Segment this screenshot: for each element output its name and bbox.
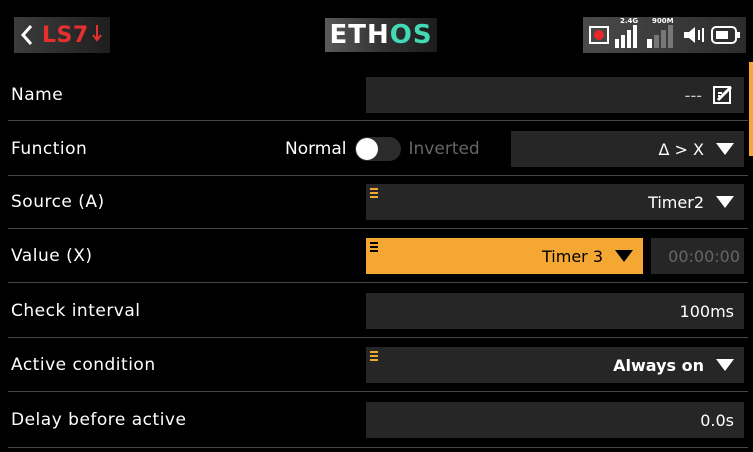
row-check-interval: Check interval 100ms <box>0 286 753 336</box>
scrollbar[interactable] <box>749 62 753 452</box>
menu-icon <box>370 242 378 252</box>
row-label: Source (A) <box>11 192 105 212</box>
row-source: Source (A) Timer2 <box>0 177 753 227</box>
name-field[interactable]: --- <box>366 77 744 113</box>
row-value: Value (X) Timer 3 00:00:00 <box>0 231 753 281</box>
battery-icon <box>709 25 741 49</box>
arrow-down-icon <box>91 23 102 47</box>
dropdown-arrow-icon <box>716 196 734 208</box>
edit-icon <box>712 84 734 106</box>
logo-text-green: OS <box>389 20 433 50</box>
delay-value: 0.0s <box>700 410 734 430</box>
menu-icon <box>370 351 378 361</box>
dropdown-arrow-icon <box>615 250 633 262</box>
logo-text-white: ETH <box>329 20 390 50</box>
function-value: Δ > X <box>658 139 704 159</box>
function-mode-toggle[interactable]: Normal Inverted <box>285 124 480 174</box>
header-bar: LS7 ETH OS 2.4G 900M <box>0 0 753 70</box>
dropdown-arrow-icon <box>716 143 734 155</box>
name-value: --- <box>684 85 702 105</box>
divider <box>8 337 748 338</box>
row-function: Function Normal Inverted Δ > X <box>0 124 753 174</box>
check-interval-field[interactable]: 100ms <box>366 293 744 329</box>
active-condition-dropdown[interactable]: Always on <box>366 347 744 383</box>
source-dropdown[interactable]: Timer2 <box>366 184 744 220</box>
signal-2g4-icon <box>613 20 639 54</box>
function-dropdown[interactable]: Δ > X <box>511 131 744 167</box>
source-value: Timer2 <box>648 192 704 212</box>
chevron-left-icon <box>14 17 40 53</box>
row-label: Name <box>11 85 64 105</box>
toggle-knob <box>355 138 378 160</box>
row-delay: Delay before active 0.0s <box>0 395 753 445</box>
time-field[interactable]: 00:00:00 <box>651 238 744 274</box>
divider <box>8 228 748 229</box>
scrollbar-thumb[interactable] <box>749 62 753 156</box>
ethos-logo: ETH OS <box>325 18 437 52</box>
active-condition-value: Always on <box>613 355 704 375</box>
menu-icon <box>370 188 378 198</box>
value-source: Timer 3 <box>542 246 603 266</box>
divider <box>8 282 748 283</box>
row-label: Value (X) <box>11 246 93 266</box>
value-dropdown[interactable]: Timer 3 <box>366 238 643 274</box>
row-label: Check interval <box>11 301 141 321</box>
row-label: Delay before active <box>11 410 187 430</box>
status-bar[interactable]: 2.4G 900M <box>583 17 746 53</box>
divider <box>8 120 748 121</box>
row-label: Active condition <box>11 355 156 375</box>
divider <box>8 391 748 392</box>
divider <box>8 447 748 448</box>
row-label: Function <box>11 139 88 159</box>
mode-normal-label: Normal <box>285 139 347 159</box>
row-active-condition: Active condition Always on <box>0 340 753 390</box>
dropdown-arrow-icon <box>716 359 734 371</box>
mode-inverted-label: Inverted <box>408 139 480 159</box>
row-name: Name --- <box>0 70 753 120</box>
band-label-900m: 900M <box>652 17 674 25</box>
record-icon <box>589 26 609 48</box>
check-interval-value: 100ms <box>679 301 734 321</box>
time-value: 00:00:00 <box>668 246 740 266</box>
band-label-2g4: 2.4G <box>620 17 639 25</box>
back-button[interactable]: LS7 <box>14 17 110 53</box>
delay-field[interactable]: 0.0s <box>366 402 744 438</box>
toggle-switch[interactable] <box>354 137 401 161</box>
speaker-icon <box>682 25 706 49</box>
divider <box>8 175 748 176</box>
page-title: LS7 <box>42 22 89 48</box>
signal-900m-icon <box>645 20 675 54</box>
